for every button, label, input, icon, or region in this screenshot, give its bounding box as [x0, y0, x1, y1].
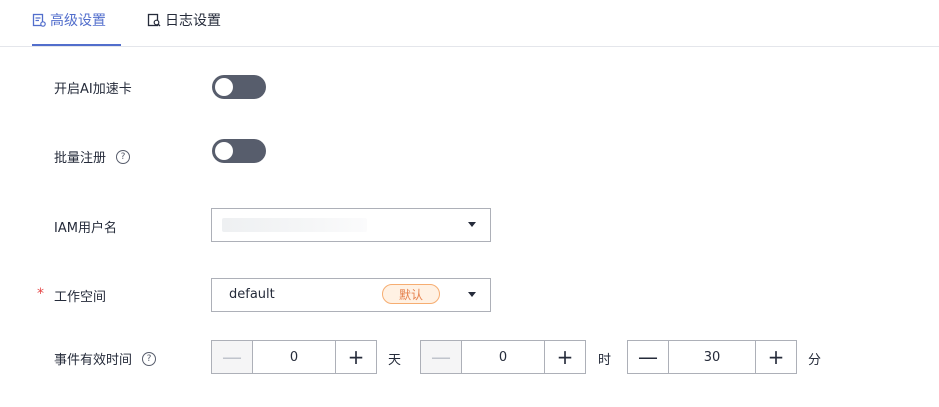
default-badge: 默认 [382, 284, 440, 304]
required-asterisk: * [37, 286, 44, 302]
batch-register-label: 批量注册 ? [54, 147, 131, 166]
workspace-label: 工作空间 [54, 290, 107, 305]
hours-decrement-button[interactable]: — [421, 341, 461, 373]
active-tab-indicator [32, 44, 121, 46]
workspace-value: default [229, 287, 275, 302]
days-decrement-button[interactable]: — [212, 341, 252, 373]
event-validity-label: 事件有效时间 ? [54, 349, 157, 368]
hours-value[interactable]: 0 [461, 341, 545, 373]
days-increment-button[interactable]: + [336, 341, 376, 373]
switch-knob [215, 142, 233, 160]
iam-user-label: IAM用户名 [54, 221, 117, 236]
ai-accel-switch[interactable] [212, 75, 266, 99]
minutes-increment-button[interactable]: + [756, 341, 796, 373]
document-settings-icon [32, 13, 46, 27]
tab-log-settings[interactable]: 日志设置 [147, 10, 221, 30]
tab-bar: 高级设置 日志设置 [0, 0, 939, 47]
tab-log-settings-label: 日志设置 [165, 13, 221, 29]
log-search-icon [147, 13, 161, 27]
days-value[interactable]: 0 [252, 341, 336, 373]
minutes-decrement-button[interactable]: — [628, 341, 668, 373]
chevron-down-icon [468, 292, 476, 297]
help-icon[interactable]: ? [116, 149, 131, 164]
batch-register-switch[interactable] [212, 139, 266, 163]
hours-unit: 时 [598, 353, 612, 368]
help-icon[interactable]: ? [142, 351, 157, 366]
tab-advanced-settings[interactable]: 高级设置 [32, 10, 106, 30]
chevron-down-icon [468, 222, 476, 227]
hours-stepper[interactable]: — 0 + [420, 340, 586, 374]
tab-advanced-settings-label: 高级设置 [50, 13, 106, 29]
days-unit: 天 [388, 353, 402, 368]
redacted-value [222, 218, 367, 232]
switch-knob [215, 78, 233, 96]
minutes-stepper[interactable]: — 30 + [627, 340, 797, 374]
minutes-unit: 分 [808, 353, 822, 368]
hours-increment-button[interactable]: + [545, 341, 585, 373]
iam-user-select[interactable] [211, 208, 491, 242]
days-stepper[interactable]: — 0 + [211, 340, 377, 374]
workspace-select[interactable]: default 默认 [211, 278, 491, 312]
ai-accel-label: 开启AI加速卡 [54, 82, 132, 97]
minutes-value[interactable]: 30 [668, 341, 756, 373]
